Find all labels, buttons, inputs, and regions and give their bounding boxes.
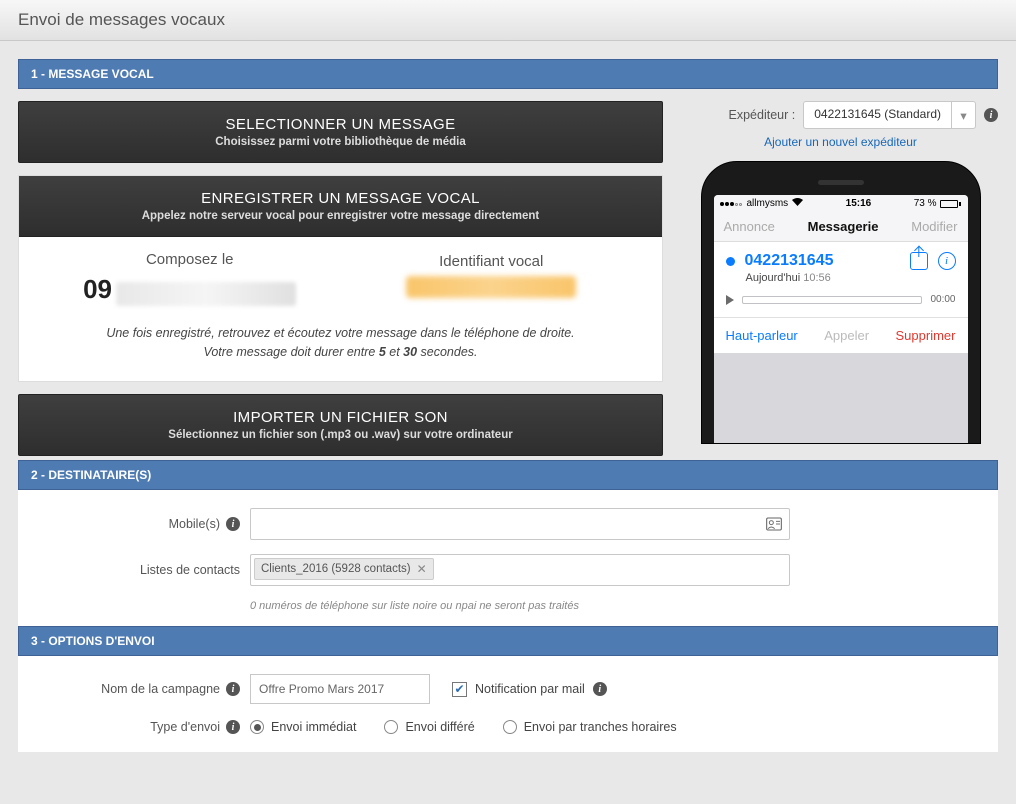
- mobiles-label: Mobile(s): [169, 517, 220, 531]
- sender-label: Expéditeur :: [729, 108, 796, 122]
- vocal-id-column: Identifiant vocal: [341, 253, 643, 303]
- info-icon[interactable]: i: [226, 720, 240, 734]
- record-message-header: ENREGISTRER UN MESSAGE VOCAL Appelez not…: [19, 176, 662, 237]
- radio-deferred[interactable]: Envoi différé: [384, 720, 474, 734]
- info-icon[interactable]: i: [226, 682, 240, 696]
- remove-tag-icon[interactable]: ✕: [417, 562, 427, 576]
- battery-percent: 73 %: [914, 198, 937, 209]
- radio-icon: [384, 720, 398, 734]
- select-message-subtitle: Choisissez parmi votre bibliothèque de m…: [29, 136, 652, 148]
- notify-mail-checkbox[interactable]: ✔: [452, 682, 467, 697]
- delete-action: Supprimer: [896, 328, 956, 343]
- contact-lists-label: Listes de contacts: [140, 563, 240, 577]
- compose-number-redacted: [116, 282, 296, 306]
- content: 1 - MESSAGE VOCAL SELECTIONNER UN MESSAG…: [0, 41, 1016, 770]
- sender-select[interactable]: 0422131645 (Standard) ▾: [803, 101, 976, 129]
- info-icon[interactable]: i: [226, 517, 240, 531]
- info-circle-icon: i: [938, 252, 956, 270]
- call-action: Appeler: [824, 328, 869, 343]
- compose-prefix: 09: [83, 274, 112, 304]
- import-sound-subtitle: Sélectionnez un fichier son (.mp3 ou .wa…: [29, 429, 652, 441]
- radio-timeslot[interactable]: Envoi par tranches horaires: [503, 720, 677, 734]
- compose-column: Composez le 09: [39, 251, 341, 306]
- info-icon[interactable]: i: [593, 682, 607, 696]
- voicemail-number: 0422131645: [745, 252, 900, 270]
- status-time: 15:16: [846, 198, 872, 209]
- radio-icon: [250, 720, 264, 734]
- contact-list-tag: Clients_2016 (5928 contacts) ✕: [254, 558, 434, 580]
- select-message-title: SELECTIONNER UN MESSAGE: [29, 116, 652, 133]
- blacklist-note: 0 numéros de téléphone sur liste noire o…: [250, 600, 998, 612]
- wifi-icon: [792, 198, 803, 209]
- import-sound-title: IMPORTER UN FICHIER SON: [29, 409, 652, 426]
- carrier-label: allmysms: [747, 198, 789, 209]
- share-icon: [910, 252, 928, 270]
- radio-icon: [503, 720, 517, 734]
- audio-player: 00:00: [726, 294, 956, 305]
- record-message-subtitle: Appelez notre serveur vocal pour enregis…: [29, 210, 652, 222]
- section-1-header: 1 - MESSAGE VOCAL: [18, 59, 998, 89]
- contact-lists-input[interactable]: Clients_2016 (5928 contacts) ✕: [250, 554, 790, 586]
- send-type-label: Type d'envoi: [150, 720, 220, 734]
- info-icon[interactable]: i: [984, 108, 998, 122]
- speaker-action: Haut-parleur: [726, 328, 798, 343]
- select-message-button[interactable]: SELECTIONNER UN MESSAGE Choisissez parmi…: [18, 101, 663, 163]
- phone-empty-area: [714, 353, 968, 443]
- phone-preview: allmysms 15:16 73 %: [701, 161, 981, 444]
- section-3-header: 3 - OPTIONS D'ENVOI: [18, 626, 998, 656]
- record-note: Une fois enregistré, retrouvez et écoute…: [39, 324, 642, 362]
- voicemail-row: 0422131645 i Aujourd'hui 10:56 00:00: [714, 242, 968, 318]
- contact-list-tag-label: Clients_2016 (5928 contacts): [261, 563, 411, 575]
- vocal-id-label: Identifiant vocal: [341, 253, 643, 270]
- battery-icon: [940, 200, 961, 208]
- vocal-id-redacted: [406, 276, 576, 298]
- page-title: Envoi de messages vocaux: [0, 0, 1016, 41]
- mobiles-input[interactable]: [250, 508, 790, 540]
- chevron-down-icon[interactable]: ▾: [951, 102, 975, 128]
- record-message-title: ENREGISTRER UN MESSAGE VOCAL: [29, 190, 652, 207]
- import-sound-button[interactable]: IMPORTER UN FICHIER SON Sélectionnez un …: [18, 394, 663, 456]
- campaign-name-label: Nom de la campagne: [101, 682, 220, 696]
- audio-track: [742, 296, 923, 304]
- compose-label: Composez le: [39, 251, 341, 268]
- add-sender-link[interactable]: Ajouter un nouvel expéditeur: [683, 135, 998, 149]
- nav-title: Messagerie: [808, 219, 879, 234]
- phone-statusbar: allmysms 15:16 73 %: [714, 195, 968, 212]
- radio-immediate[interactable]: Envoi immédiat: [250, 720, 356, 734]
- play-icon: [726, 295, 734, 305]
- nav-announce: Annonce: [724, 219, 775, 234]
- voicemail-actions: Haut-parleur Appeler Supprimer: [714, 318, 968, 353]
- phone-navbar: Annonce Messagerie Modifier: [714, 212, 968, 242]
- unread-dot-icon: [726, 257, 735, 266]
- record-message-panel: ENREGISTRER UN MESSAGE VOCAL Appelez not…: [18, 175, 663, 382]
- signal-icon: [720, 198, 743, 209]
- voicemail-date: Aujourd'hui 10:56: [746, 272, 956, 284]
- section-2-header: 2 - DESTINATAIRE(S): [18, 460, 998, 490]
- audio-duration: 00:00: [930, 294, 955, 305]
- phone-speaker: [818, 180, 864, 185]
- notify-mail-label: Notification par mail: [475, 682, 585, 696]
- sender-select-value: 0422131645 (Standard): [804, 102, 951, 128]
- contact-card-icon[interactable]: [766, 517, 782, 531]
- nav-edit: Modifier: [911, 219, 957, 234]
- campaign-name-input[interactable]: [250, 674, 430, 704]
